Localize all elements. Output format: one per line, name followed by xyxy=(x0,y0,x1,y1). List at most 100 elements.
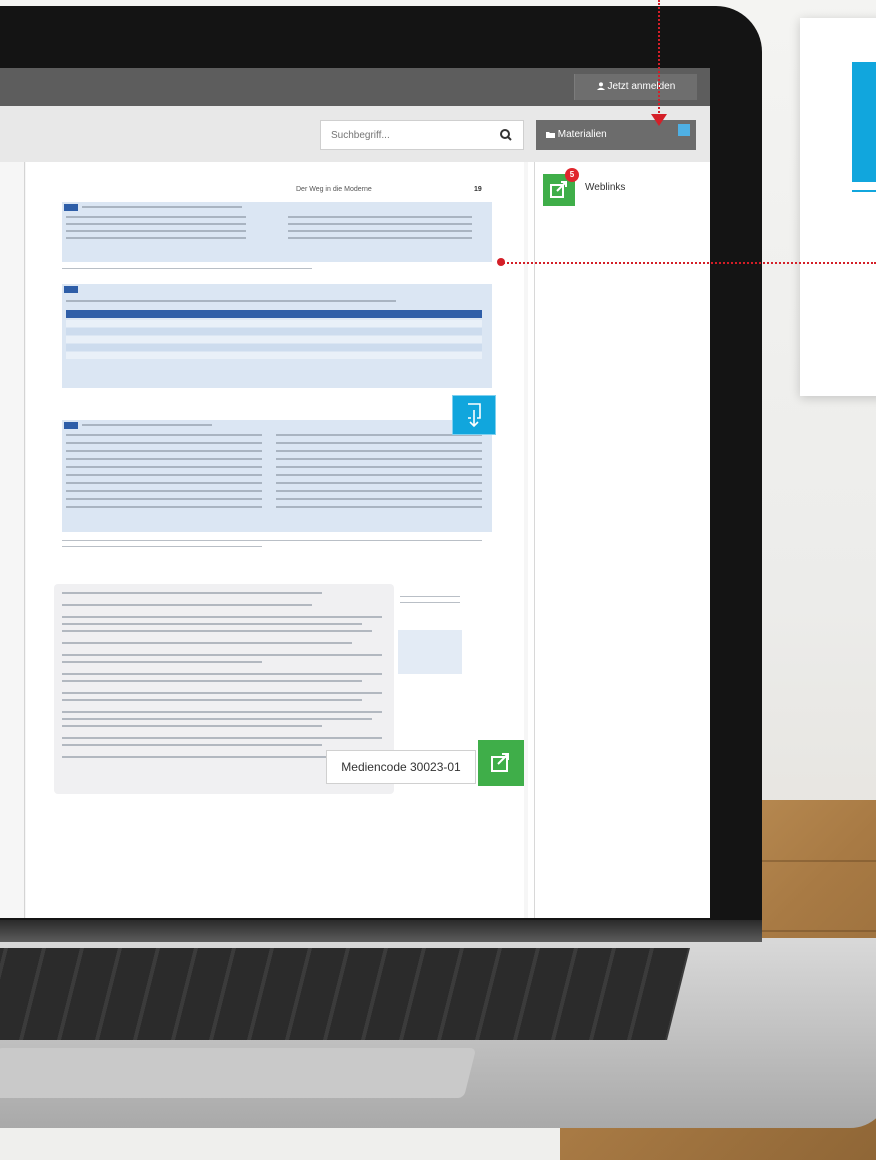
table-row xyxy=(66,320,482,327)
text-line xyxy=(66,450,262,452)
task-line xyxy=(62,673,382,675)
task-line xyxy=(62,630,372,632)
task-line xyxy=(62,661,262,663)
viewer-divider xyxy=(24,162,25,918)
source-badge xyxy=(64,286,78,293)
source-box-3 xyxy=(62,420,492,532)
page-number: 19 xyxy=(474,186,482,193)
mediencode-box: Mediencode 30023-01 xyxy=(326,750,476,784)
source-badge xyxy=(64,204,78,211)
materials-label: Materialien xyxy=(557,129,607,140)
callout-card xyxy=(800,18,876,396)
task-line xyxy=(62,737,382,739)
annotation-line-vertical xyxy=(658,0,660,116)
user-icon xyxy=(596,81,608,92)
callout-underline xyxy=(852,190,876,192)
source-badge xyxy=(64,422,78,429)
text-line xyxy=(66,230,246,232)
text-line xyxy=(276,482,482,484)
text-line xyxy=(66,474,262,476)
weblinks-label: Weblinks xyxy=(585,182,626,193)
text-line xyxy=(276,442,482,444)
task-line xyxy=(62,756,352,758)
text-line xyxy=(82,424,212,426)
table-row xyxy=(66,328,482,335)
text-line xyxy=(288,223,472,225)
text-line xyxy=(66,300,396,302)
text-line xyxy=(276,506,482,508)
text-line xyxy=(66,434,262,436)
task-line xyxy=(62,692,382,694)
caption-line xyxy=(62,540,482,541)
text-line xyxy=(276,450,482,452)
task-line xyxy=(62,680,362,682)
materials-sidebar: 5 Weblinks xyxy=(534,162,703,918)
download-icon xyxy=(453,403,495,438)
text-line xyxy=(276,490,482,492)
task-line xyxy=(62,616,382,618)
annotation-arrow xyxy=(651,114,667,126)
download-button[interactable] xyxy=(452,395,496,435)
annotation-line-horizontal xyxy=(500,262,876,264)
text-line xyxy=(288,237,472,239)
text-line xyxy=(66,466,262,468)
top-bar: Jetzt anmelden xyxy=(0,68,710,106)
text-line xyxy=(276,498,482,500)
task-line xyxy=(62,699,362,701)
caption-line xyxy=(62,268,312,269)
login-button[interactable]: Jetzt anmelden xyxy=(574,74,697,100)
margin-note-box xyxy=(398,630,462,674)
weblinks-count-badge: 5 xyxy=(565,168,579,182)
laptop-hinge xyxy=(0,920,762,942)
share-icon xyxy=(478,753,524,790)
table-header xyxy=(66,310,482,318)
margin-note-line xyxy=(400,602,460,603)
table-row xyxy=(66,336,482,343)
search-button[interactable] xyxy=(489,121,523,149)
mediencode-label: Mediencode 30023-01 xyxy=(341,760,461,774)
laptop-keyboard xyxy=(0,948,690,1040)
table-row xyxy=(66,344,482,351)
search-box xyxy=(320,120,524,150)
text-line xyxy=(66,498,262,500)
task-line xyxy=(62,592,322,594)
text-line xyxy=(276,466,482,468)
text-line xyxy=(66,216,246,218)
margin-note-line xyxy=(400,596,460,597)
text-line xyxy=(66,458,262,460)
task-line xyxy=(62,642,352,644)
task-line xyxy=(62,604,312,606)
text-line xyxy=(276,458,482,460)
text-line xyxy=(66,482,262,484)
task-line xyxy=(62,623,362,625)
annotation-dot xyxy=(497,258,505,266)
text-line xyxy=(66,223,246,225)
weblinks-item[interactable]: 5 Weblinks xyxy=(543,168,693,208)
text-line xyxy=(66,442,262,444)
pin-icon[interactable] xyxy=(678,124,690,136)
toolbar: Materialien xyxy=(0,106,710,162)
search-input[interactable] xyxy=(321,121,489,149)
login-label: Jetzt anmelden xyxy=(607,81,676,92)
task-line xyxy=(62,654,382,656)
callout-blue-block xyxy=(852,62,876,182)
source-box-1 xyxy=(62,202,492,262)
task-line xyxy=(62,718,372,720)
task-line xyxy=(62,725,322,727)
text-line xyxy=(66,506,262,508)
text-line xyxy=(288,230,472,232)
document-viewer: Der Weg in die Moderne 19 Mediencode 300… xyxy=(0,162,528,918)
text-line xyxy=(82,206,242,208)
text-line xyxy=(66,237,246,239)
mediencode-share-button[interactable] xyxy=(478,740,524,786)
text-line xyxy=(66,490,262,492)
table-row xyxy=(66,352,482,359)
text-line xyxy=(276,474,482,476)
search-icon xyxy=(489,129,523,153)
laptop-trackpad xyxy=(0,1048,477,1098)
task-line xyxy=(62,711,382,713)
laptop-screen: Jetzt anmelden Materialien Der Weg in di… xyxy=(0,68,710,918)
book-page: Der Weg in die Moderne 19 xyxy=(26,162,524,918)
materials-tab[interactable]: Materialien xyxy=(536,120,696,150)
folder-icon xyxy=(546,129,558,140)
